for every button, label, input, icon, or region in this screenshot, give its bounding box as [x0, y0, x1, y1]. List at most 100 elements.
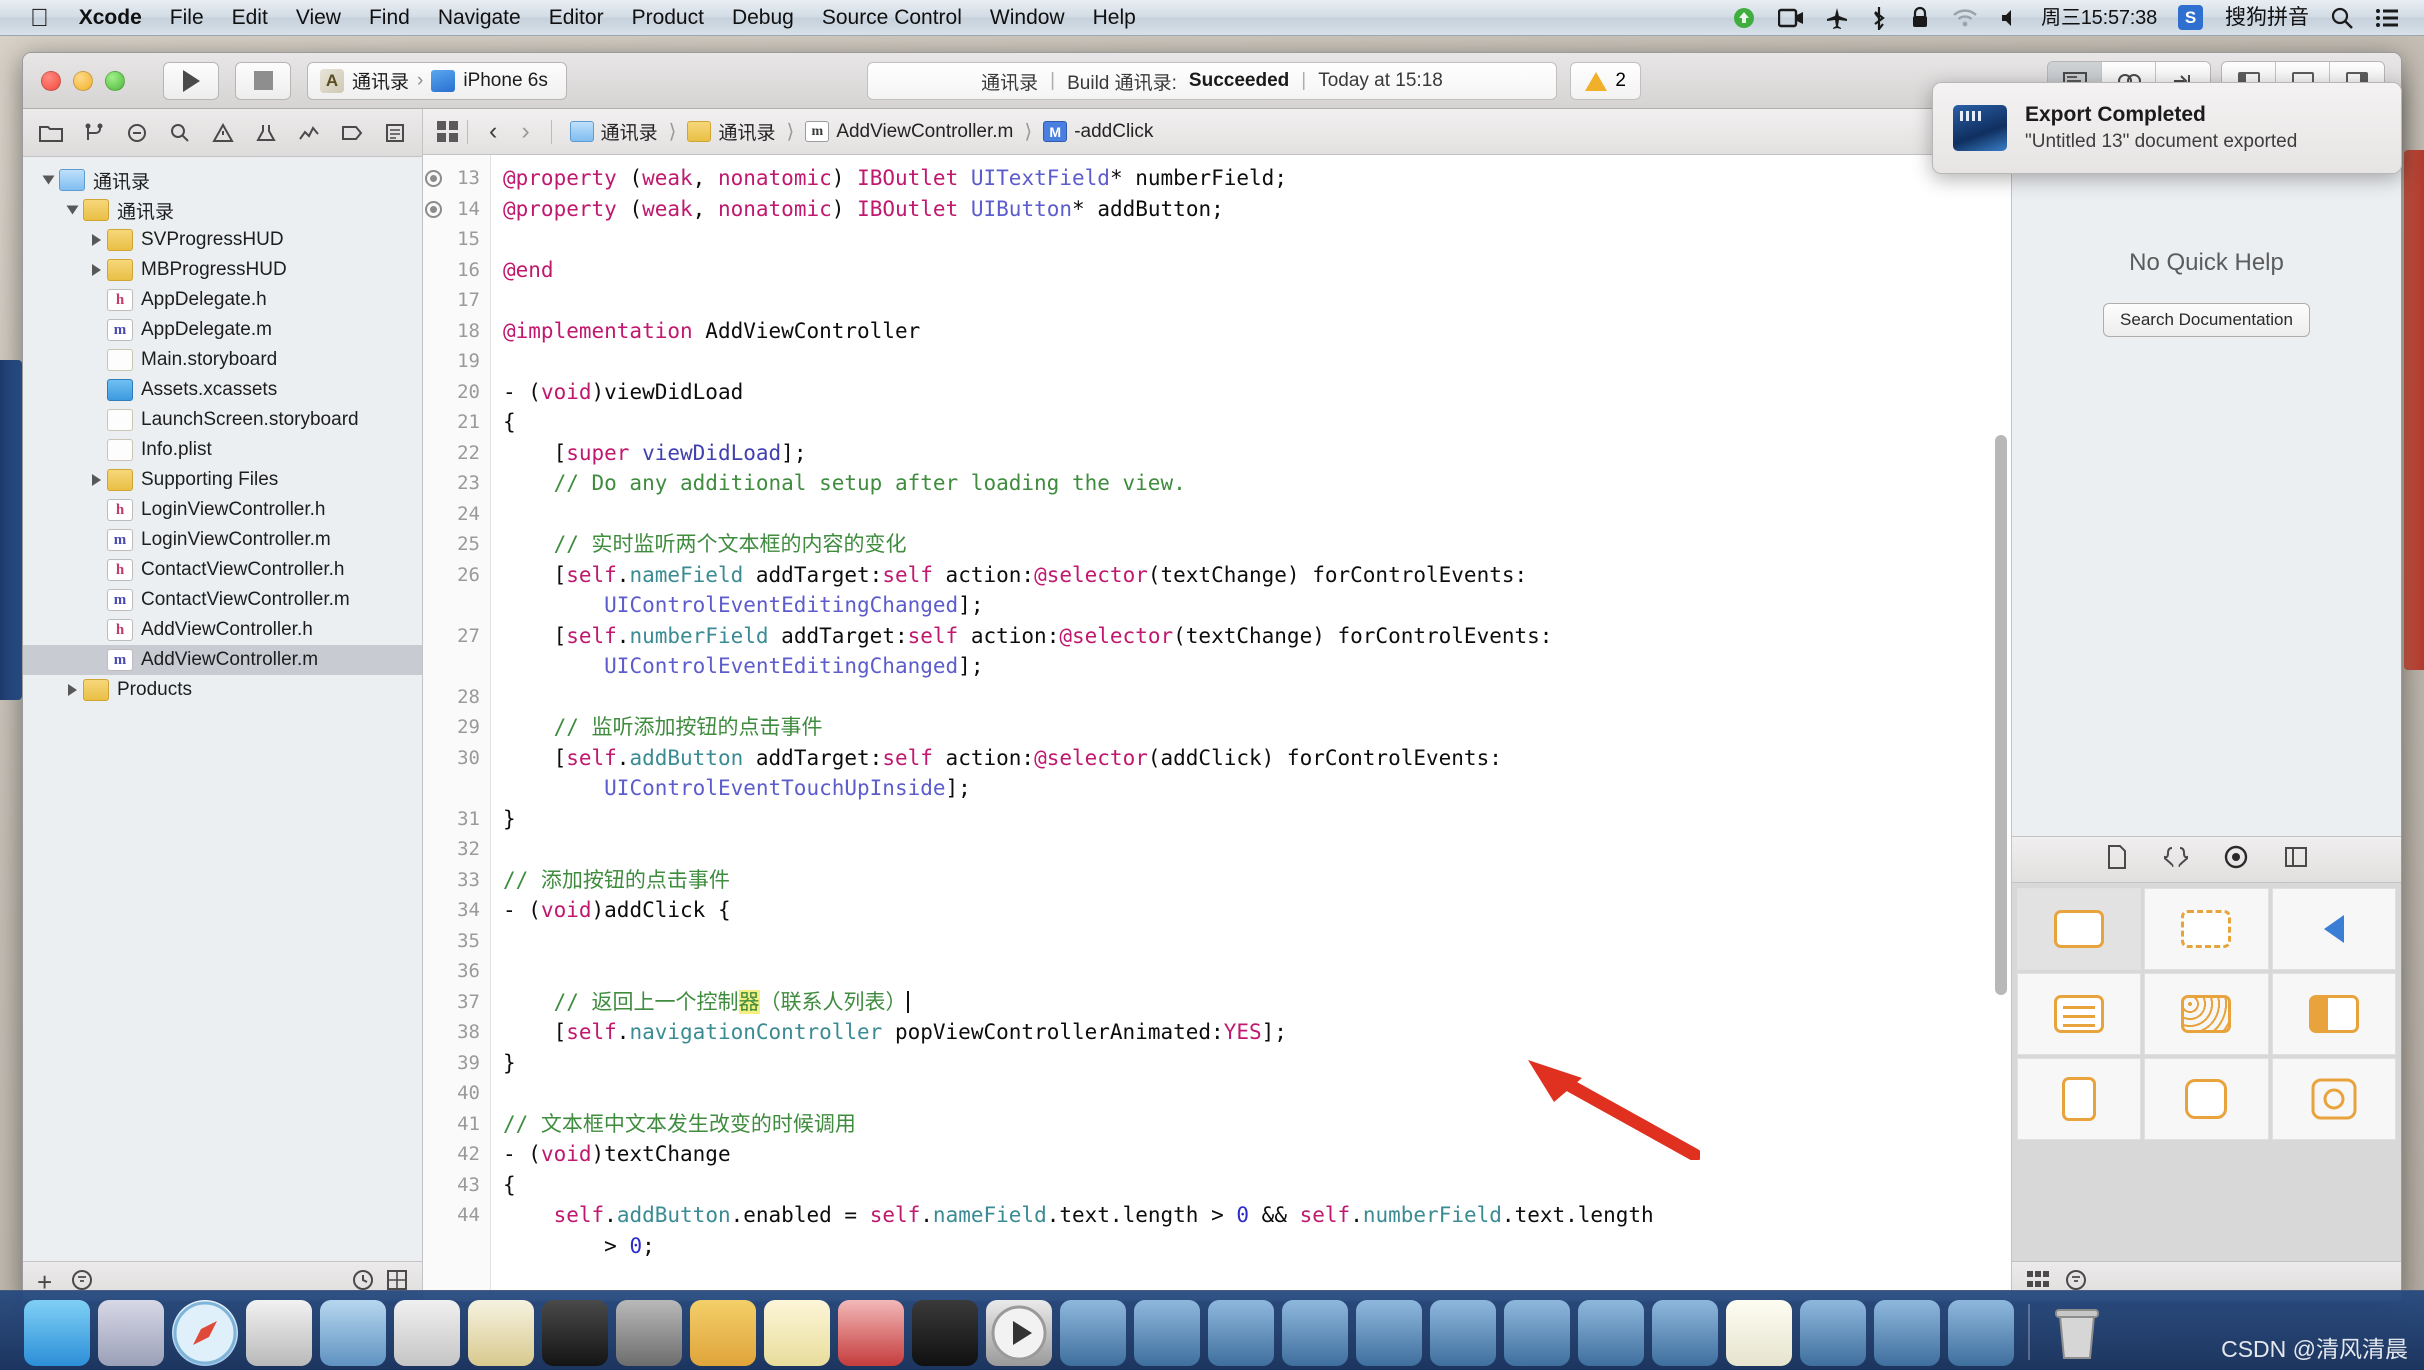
library-item-dashed-rect[interactable] — [2144, 888, 2269, 970]
breadcrumb-folder[interactable]: 通讯录 — [678, 118, 784, 145]
line-number[interactable]: 44 — [423, 1200, 490, 1231]
code-line[interactable]: // 返回上一个控制器（联系人列表） — [503, 987, 2011, 1018]
back-chevron-icon[interactable]: ‹ — [477, 117, 509, 146]
line-number[interactable]: 29 — [423, 712, 490, 743]
dock-item-sketch-icon[interactable] — [690, 1300, 756, 1366]
dock-item-screen10-icon[interactable] — [1800, 1300, 1866, 1366]
code-line[interactable]: } — [503, 1048, 2011, 1079]
media-library-tab[interactable] — [2284, 846, 2308, 873]
forward-chevron-icon[interactable]: › — [509, 117, 541, 146]
minimize-button[interactable] — [73, 70, 93, 91]
code-line[interactable] — [503, 1078, 2011, 1109]
code-line[interactable] — [503, 834, 2011, 865]
code-line[interactable]: - (void)addClick { — [503, 895, 2011, 926]
breakpoint-icon[interactable] — [425, 200, 442, 218]
dock-item-screen11-icon[interactable] — [1874, 1300, 1940, 1366]
code-line[interactable]: [super viewDidLoad]; — [503, 438, 2011, 469]
code-snippet-library-tab[interactable] — [2162, 845, 2189, 874]
code-line[interactable]: @property (weak, nonatomic) IBOutlet UIB… — [503, 194, 2011, 225]
library-item-rounded-square[interactable] — [2144, 1058, 2269, 1140]
line-number[interactable]: 38 — [423, 1017, 490, 1048]
dock-item-screen4-icon[interactable] — [1282, 1300, 1348, 1366]
file-tree-row[interactable]: LaunchScreen.storyboard — [23, 405, 422, 435]
disclosure-triangle-icon[interactable] — [85, 234, 107, 246]
code-line[interactable]: // 添加按钮的点击事件 — [503, 865, 2011, 896]
file-tree-row[interactable]: h AppDelegate.h — [23, 285, 422, 315]
symbol-navigator-tab[interactable] — [115, 110, 158, 156]
dock-item-trash-icon[interactable] — [2044, 1300, 2110, 1366]
editor-vertical-scrollbar[interactable] — [1995, 435, 2007, 995]
code-line[interactable]: - (void)textChange — [503, 1139, 2011, 1170]
line-number[interactable]: 17 — [423, 285, 490, 316]
dock-item-screen6-icon[interactable] — [1430, 1300, 1496, 1366]
dock-item-screen1-icon[interactable] — [1060, 1300, 1126, 1366]
file-tree-row[interactable]: 通讯录 — [23, 195, 422, 225]
file-tree-row[interactable]: Info.plist — [23, 435, 422, 465]
debug-navigator-tab[interactable] — [287, 110, 330, 156]
source-control-navigator-tab[interactable] — [72, 110, 115, 156]
menu-source-control[interactable]: Source Control — [808, 1, 976, 35]
run-button[interactable] — [163, 61, 219, 100]
project-navigator-tab[interactable] — [29, 110, 72, 156]
close-button[interactable] — [41, 70, 61, 91]
line-number[interactable]: 34 — [423, 895, 490, 926]
input-method-badge[interactable]: S — [2167, 1, 2214, 35]
line-number[interactable]: 39 — [423, 1048, 490, 1079]
library-item-grid-dots[interactable] — [2144, 973, 2269, 1055]
code-line[interactable]: // 监听添加按钮的点击事件 — [503, 712, 2011, 743]
file-tree-row[interactable]: SVProgressHUD — [23, 225, 422, 255]
search-icon[interactable] — [2320, 1, 2364, 35]
line-number[interactable]: 25 — [423, 529, 490, 560]
menu-window[interactable]: Window — [976, 1, 1079, 35]
file-tree-row[interactable]: h AddViewController.h — [23, 615, 422, 645]
code-line[interactable]: // Do any additional setup after loading… — [503, 468, 2011, 499]
file-template-library-tab[interactable] — [2106, 845, 2128, 874]
disclosure-triangle-icon[interactable] — [85, 474, 107, 486]
dock-item-screen5-icon[interactable] — [1356, 1300, 1422, 1366]
control-center-icon[interactable] — [2364, 1, 2410, 35]
line-number[interactable]: 19 — [423, 346, 490, 377]
disclosure-triangle-icon[interactable] — [37, 174, 59, 186]
line-number[interactable]: 26 — [423, 560, 490, 591]
line-number[interactable]: 14 — [423, 194, 490, 225]
source-editor[interactable]: 13 14 15 16 17 18 19 20 21 22 23 24 25 26 27 28 29 30 31 32… — [423, 155, 2011, 1301]
breadcrumb-symbol[interactable]: M -addClick — [1034, 121, 1162, 143]
line-number[interactable]: 20 — [423, 377, 490, 408]
line-number[interactable]: 37 — [423, 987, 490, 1018]
test-navigator-tab[interactable] — [244, 110, 287, 156]
code-line[interactable]: self.addButton.enabled = self.nameField.… — [503, 1200, 2011, 1231]
file-tree-row[interactable]: m LoginViewController.m — [23, 525, 422, 555]
file-tree-row[interactable]: Assets.xcassets — [23, 375, 422, 405]
dock-item-screen3-icon[interactable] — [1208, 1300, 1274, 1366]
menu-edit[interactable]: Edit — [218, 1, 282, 35]
dock-item-launchpad-icon[interactable] — [98, 1300, 164, 1366]
code-line[interactable]: UIControlEventTouchUpInside]; — [503, 773, 2011, 804]
menu-bar-clock[interactable]: 周三15:57:38 — [2031, 1, 2167, 35]
dock-item-notes-pen-icon[interactable] — [468, 1300, 534, 1366]
menu-find[interactable]: Find — [355, 1, 424, 35]
code-line[interactable]: [self.navigationController popViewContro… — [503, 1017, 2011, 1048]
code-line[interactable]: // 文本框中文本发生改变的时候调用 — [503, 1109, 2011, 1140]
code-line[interactable]: @implementation AddViewController — [503, 316, 2011, 347]
code-line[interactable]: - (void)viewDidLoad — [503, 377, 2011, 408]
line-number[interactable]: 41 — [423, 1109, 490, 1140]
file-tree-row[interactable]: Supporting Files — [23, 465, 422, 495]
dock-item-screen2-icon[interactable] — [1134, 1300, 1200, 1366]
line-number[interactable]: 28 — [423, 682, 490, 713]
lock-icon[interactable] — [1899, 1, 1941, 35]
line-number[interactable] — [423, 1231, 490, 1262]
dock-item-settings-gear-icon[interactable] — [616, 1300, 682, 1366]
input-method-label[interactable]: 搜狗拼音 — [2214, 1, 2320, 35]
library-item-split-panel[interactable] — [2271, 973, 2396, 1055]
file-tree-row[interactable]: 通讯录 — [23, 165, 422, 195]
code-line[interactable]: UIControlEventEditingChanged]; — [503, 651, 2011, 682]
dock-item-screen12-icon[interactable] — [1948, 1300, 2014, 1366]
file-tree-row[interactable]: h LoginViewController.h — [23, 495, 422, 525]
dock-item-screen9-icon[interactable] — [1652, 1300, 1718, 1366]
code-line[interactable]: > 0; — [503, 1231, 2011, 1262]
stop-button[interactable] — [235, 61, 291, 100]
dock-item-screen7-icon[interactable] — [1504, 1300, 1570, 1366]
line-number[interactable]: 35 — [423, 926, 490, 957]
apple-logo-icon[interactable]:  — [26, 3, 65, 33]
library-item-list-lines[interactable] — [2017, 973, 2142, 1055]
